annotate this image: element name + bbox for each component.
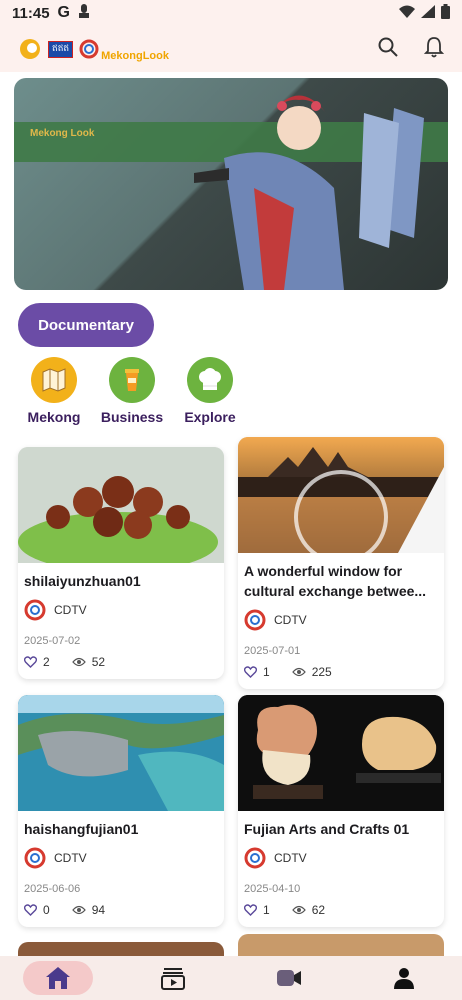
bell-icon	[423, 36, 445, 57]
app-logo[interactable]: ឥឥឥ MekongLook	[18, 36, 169, 62]
category-label: Mekong	[27, 409, 81, 425]
video-thumbnail	[18, 695, 224, 811]
video-date: 2025-07-01	[244, 645, 301, 657]
eye-icon	[71, 905, 86, 915]
documentary-chip[interactable]: Documentary	[18, 303, 154, 347]
category-label: Explore	[184, 409, 236, 425]
video-card[interactable]: shilaiyunzhuan01 CDTV 2025-07-02 2 52	[18, 447, 224, 679]
view-count: 94	[91, 903, 106, 917]
source-name: CDTV	[274, 613, 307, 627]
like-count: 0	[43, 903, 50, 917]
heart-icon[interactable]	[24, 904, 37, 916]
video-source: CDTV	[238, 839, 444, 869]
video-title: haishangfujian01	[24, 821, 139, 837]
video-thumbnail	[18, 447, 224, 563]
notifications-button[interactable]	[423, 36, 445, 63]
view-count: 62	[311, 903, 326, 917]
view-count: 225	[311, 665, 332, 679]
cdtv-logo-icon	[24, 847, 46, 869]
cdtv-logo-icon	[244, 609, 266, 631]
wifi-icon	[399, 5, 415, 22]
cup-icon	[109, 357, 155, 403]
video-date: 2025-07-02	[24, 635, 81, 647]
video-thumbnail	[238, 437, 444, 553]
nav-videos[interactable]	[138, 961, 208, 995]
category-explore[interactable]: Explore	[172, 357, 248, 425]
heart-icon[interactable]	[24, 656, 37, 668]
video-list-icon	[161, 968, 186, 990]
heart-icon[interactable]	[244, 666, 257, 678]
video-date: 2025-06-06	[24, 883, 81, 895]
status-bar: 11:45 G	[0, 0, 462, 26]
google-icon: G	[57, 4, 70, 21]
battery-icon	[441, 3, 450, 23]
nav-home[interactable]	[22, 961, 93, 995]
eye-icon	[71, 657, 86, 667]
notification-icon	[78, 4, 90, 22]
video-source: CDTV	[18, 839, 224, 869]
source-name: CDTV	[54, 851, 87, 865]
nav-camera[interactable]	[254, 961, 324, 995]
cdtv-logo-icon	[244, 847, 266, 869]
opera-performer-illustration	[194, 95, 424, 290]
heart-icon[interactable]	[244, 904, 257, 916]
source-name: CDTV	[54, 603, 87, 617]
video-stats: 1 225	[238, 657, 444, 689]
like-count: 1	[263, 903, 270, 917]
video-title: Fujian Arts and Crafts 01	[244, 821, 410, 837]
cdtv-logo-icon	[79, 39, 99, 59]
search-icon	[378, 37, 398, 57]
like-count: 1	[263, 665, 270, 679]
cdtv-logo-icon	[24, 599, 46, 621]
source-name: CDTV	[274, 851, 307, 865]
video-stats: 1 62	[238, 895, 444, 927]
view-count: 52	[91, 655, 106, 669]
video-stats: 2 52	[18, 647, 224, 679]
home-icon	[45, 967, 70, 989]
sun-logo-icon	[20, 39, 40, 59]
app-bar: ឥឥឥ MekongLook	[0, 26, 462, 72]
category-business[interactable]: Business	[94, 357, 170, 425]
category-mekong[interactable]: Mekong	[16, 357, 92, 425]
search-button[interactable]	[378, 37, 398, 62]
video-title: A wonderful window for cultural exchange…	[244, 563, 427, 599]
logo-text: MekongLook	[101, 50, 169, 62]
hero-banner[interactable]: Mekong Look	[14, 78, 448, 290]
chef-hat-icon	[187, 357, 233, 403]
signal-icon	[421, 4, 435, 22]
like-count: 2	[43, 655, 50, 669]
map-icon	[31, 357, 77, 403]
bottom-navigation	[0, 956, 462, 1000]
video-card[interactable]: A wonderful window for cultural exchange…	[238, 437, 444, 689]
video-thumbnail	[238, 695, 444, 811]
video-source: CDTV	[18, 591, 224, 621]
video-card[interactable]: haishangfujian01 CDTV 2025-06-06 0 94	[18, 695, 224, 927]
video-date: 2025-04-10	[244, 883, 301, 895]
video-source: CDTV	[238, 601, 444, 631]
eye-icon	[291, 667, 306, 677]
status-time: 11:45	[12, 4, 50, 22]
eye-icon	[291, 905, 306, 915]
nav-profile[interactable]	[369, 961, 439, 995]
profile-icon	[394, 968, 415, 989]
video-card[interactable]: Fujian Arts and Crafts 01 CDTV 2025-04-1…	[238, 695, 444, 927]
partner-badge: ឥឥឥ	[48, 40, 74, 58]
category-label: Business	[100, 409, 164, 425]
camera-icon	[276, 970, 301, 986]
video-stats: 0 94	[18, 895, 224, 927]
video-title: shilaiyunzhuan01	[24, 573, 141, 589]
